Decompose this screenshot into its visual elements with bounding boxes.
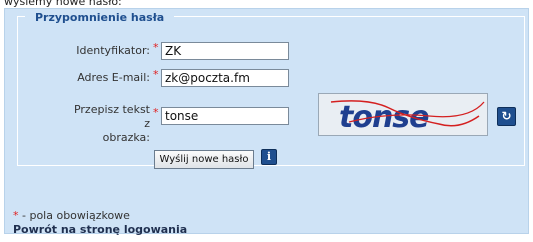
required-fields-note: * - pola obowiązkowe	[13, 209, 130, 222]
captcha-graphic: tonse	[319, 94, 487, 135]
required-mark: *	[153, 41, 159, 54]
identifier-input[interactable]: ZK	[161, 42, 289, 60]
identifier-label: Identyfikator:	[76, 44, 150, 57]
back-to-login-link[interactable]: Powrót na stronę logowania	[13, 223, 187, 236]
refresh-captcha-icon[interactable]: ↻	[497, 107, 516, 126]
captcha-label: Przepisz tekst z obrazka:	[65, 103, 150, 145]
intro-text: wyślemy nowe hasło:	[4, 0, 122, 8]
captcha-label-line1: Przepisz tekst z	[73, 103, 150, 130]
captcha-label-line2: obrazka:	[102, 131, 150, 144]
fieldset-legend: Przypomnienie hasła	[25, 10, 175, 25]
send-new-password-button[interactable]: Wyślij nowe hasło	[154, 150, 254, 169]
captcha-input[interactable]: tonse	[161, 107, 289, 125]
email-input[interactable]: zk@poczta.fm	[161, 69, 289, 87]
reset-password-panel: Przypomnienie hasła Identyfikator: * ZK …	[4, 8, 529, 236]
required-mark: *	[153, 106, 159, 119]
email-label: Adres E-mail:	[77, 71, 150, 84]
info-icon[interactable]: i	[261, 149, 277, 165]
required-note-text: - pola obowiązkowe	[18, 209, 130, 222]
captcha-image: tonse	[318, 93, 488, 136]
required-mark: *	[153, 68, 159, 81]
